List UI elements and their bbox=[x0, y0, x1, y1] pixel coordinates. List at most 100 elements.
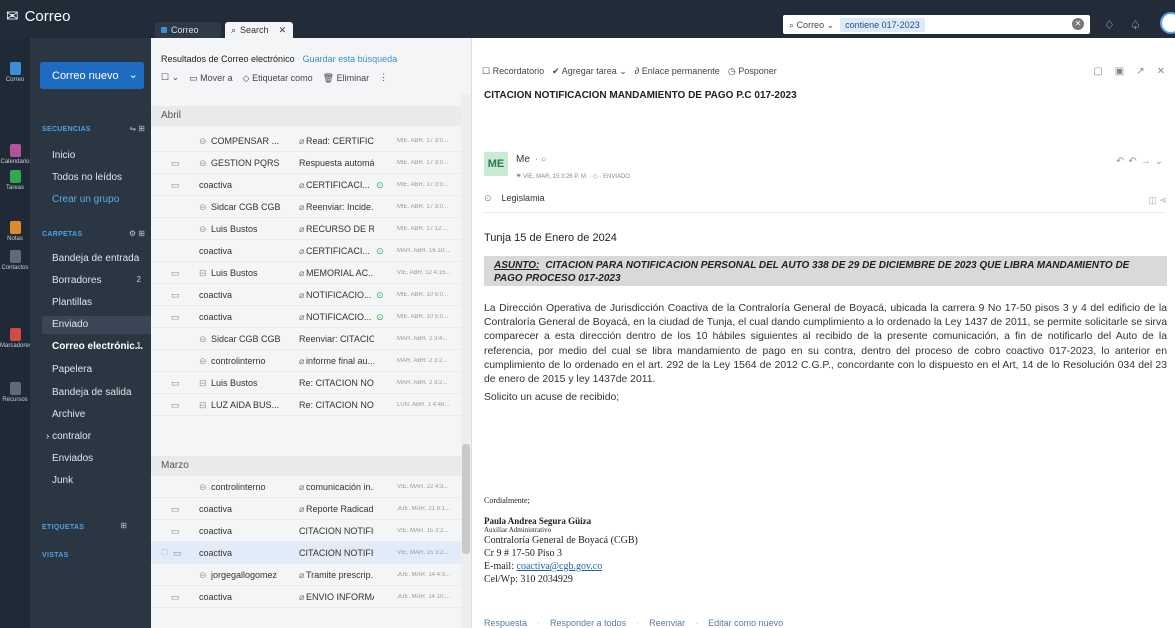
folder-junk[interactable]: Junk bbox=[52, 475, 147, 486]
table-row[interactable]: ⊖ controlinterno ⌀ comunicación in... VIE. M… bbox=[151, 476, 461, 498]
sender-avatar[interactable]: ME bbox=[484, 152, 508, 176]
rail-item-correo[interactable]: Correo bbox=[0, 62, 30, 83]
postpone-button[interactable]: ◷ Posponer bbox=[728, 66, 777, 77]
section-vistas[interactable]: VISTAS bbox=[42, 552, 69, 559]
reminder-button[interactable]: ☐ Recordatorio bbox=[482, 66, 544, 77]
label-icon[interactable]: ◫ bbox=[1148, 195, 1157, 205]
folder-correo-electronico[interactable]: Correo electrónic... 1 bbox=[52, 341, 147, 352]
folder-bandeja-de-salida[interactable]: Bandeja de salida bbox=[52, 387, 147, 398]
search-query-chip[interactable]: contiene 017-2023 bbox=[840, 17, 925, 32]
flag-icon[interactable]: ⚑ bbox=[516, 174, 521, 180]
group-header-abril[interactable]: Abril bbox=[151, 106, 461, 126]
add-task-button[interactable]: ✔ Agregar tarea ⌄ bbox=[552, 66, 627, 77]
table-row[interactable]: ⊖ controlinterno ⌀ informe final au... MAR. … bbox=[151, 350, 461, 372]
folder-archive[interactable]: Archive bbox=[52, 409, 147, 420]
sidebar-item-inicio[interactable]: Inicio bbox=[52, 150, 147, 161]
table-row[interactable]: ⊖ Luis Bustos ⌀RECURSO DE R... MIÉ. ABR. 17… bbox=[151, 218, 461, 240]
table-row[interactable]: ▭ coactiva ⌀ CERTIFICACI... ⊙ MIÉ. ABR. 17 3:… bbox=[151, 174, 461, 196]
section-carpetas[interactable]: CARPETAS bbox=[42, 231, 82, 238]
rail-item-marcadores[interactable]: Marcadores bbox=[0, 328, 32, 349]
reply-icon[interactable]: ↶ bbox=[1116, 156, 1128, 167]
close-tab-icon[interactable]: ✕ bbox=[279, 25, 287, 35]
new-mail-button[interactable]: Correo nuevo ⌄ bbox=[40, 62, 144, 89]
envelope-icon: ▭ bbox=[171, 400, 180, 410]
table-row[interactable]: ▭ coactiva CITACION NOTIFIC... VIE. MAR. 15… bbox=[151, 520, 461, 542]
rail-item-contactos[interactable]: Contactos bbox=[0, 250, 30, 271]
delete-button[interactable]: 🗑 Eliminar bbox=[323, 73, 369, 83]
chevron-right-icon[interactable]: › bbox=[46, 432, 49, 442]
folder-borradores[interactable]: Borradores 2 bbox=[52, 275, 147, 286]
folder-bandeja-de-entrada[interactable]: Bandeja de entrada bbox=[52, 253, 147, 264]
table-row[interactable]: ▭ coactiva ⌀ NOTIFICACIO... ⊙ MIÉ. ABR. 10 5:… bbox=[151, 306, 461, 328]
table-row[interactable]: ▭ coactiva ⌀ENVIO INFORMA... JUE. MAR. 14 1… bbox=[151, 586, 461, 608]
tab-correo[interactable]: Correo bbox=[155, 22, 221, 38]
row-checkbox[interactable]: ☐ bbox=[161, 548, 168, 557]
table-row[interactable]: ▭ coactiva ⌀Reporte Radicado... JUE. MAR. 2… bbox=[151, 498, 461, 520]
table-row[interactable]: ▭ ⊖ GESTION PQRS Respuesta automá... MIÉ. AB… bbox=[151, 152, 461, 174]
rail-item-recursos[interactable]: Recursos bbox=[0, 382, 30, 403]
forward-button[interactable]: Reenviar bbox=[649, 618, 685, 628]
table-row-selected[interactable]: ☐ ▭ coactiva CITACION NOTIFIC... VIE. MAR. 1… bbox=[151, 542, 461, 564]
pin-icon[interactable]: ▣ bbox=[1115, 66, 1124, 77]
edit-as-new-button[interactable]: Editar como nuevo bbox=[708, 618, 783, 628]
table-row[interactable]: ▭ ⊟ Luis Bustos ⌀ MEMORIAL AC... VIE. ABR. 12… bbox=[151, 262, 461, 284]
search-input[interactable]: ⌕ Correo ⌄ contiene 017-2023 ✕ bbox=[783, 15, 1090, 34]
save-search-link[interactable]: Guardar esta búsqueda bbox=[303, 54, 398, 64]
permalink-button[interactable]: ∂ Enlace permanente bbox=[635, 66, 720, 77]
bell-icon[interactable]: ♤ bbox=[1130, 18, 1141, 32]
forward-icon[interactable]: → bbox=[1141, 156, 1155, 167]
table-row[interactable]: coactiva ⌀ CERTIFICACI... ⊙ MAR. ABR. 16 10:… bbox=[151, 240, 461, 262]
message-tag[interactable]: Legislamia bbox=[502, 193, 545, 203]
more-options-icon[interactable]: ⋮ bbox=[379, 72, 388, 83]
select-all-checkbox[interactable]: ☐ ⌄ bbox=[161, 72, 179, 83]
section-etiquetas[interactable]: ETIQUETAS bbox=[42, 524, 84, 531]
envelope-icon: ▭ bbox=[171, 268, 180, 278]
chevron-down-icon[interactable]: ⌄ bbox=[129, 70, 138, 81]
reply-all-button[interactable]: Responder a todos bbox=[550, 618, 626, 628]
reply-all-icon[interactable]: ↶ bbox=[1128, 156, 1140, 167]
add-sequence-icon[interactable]: ⇋ ⊞ bbox=[129, 124, 145, 133]
list-scrollbar[interactable] bbox=[461, 94, 471, 628]
share-icon[interactable]: ⋖ bbox=[1159, 195, 1167, 205]
search-scope[interactable]: ⌕ Correo ⌄ bbox=[783, 20, 840, 30]
avatar[interactable] bbox=[1160, 12, 1175, 34]
search-icon[interactable]: · ⌕ bbox=[535, 154, 547, 165]
table-row[interactable]: ⊖ Sidcar CGB CGB ⌀ Reenviar: Incide... MIÉ. … bbox=[151, 196, 461, 218]
folder-papelera[interactable]: Papelera bbox=[52, 364, 147, 375]
rail-item-tareas[interactable]: Tareas bbox=[0, 170, 30, 191]
tag-button[interactable]: ◇ Etiquetar como bbox=[243, 73, 313, 83]
folder-enviado[interactable]: Enviado bbox=[42, 316, 151, 334]
table-row[interactable]: ⊖ COMPENSAR ... ⌀ Read: CERTIFIC... MIÉ. ABR… bbox=[151, 130, 461, 152]
create-group-link[interactable]: Crear un grupo bbox=[52, 194, 147, 205]
popout-icon[interactable]: ↗ bbox=[1136, 66, 1144, 77]
folder-plantillas[interactable]: Plantillas bbox=[52, 297, 147, 308]
email-link[interactable]: coactiva@cgb.gov.co bbox=[517, 561, 603, 572]
close-icon[interactable]: ✕ bbox=[1157, 66, 1165, 77]
table-row[interactable]: ⊖ Sidcar CGB CGB Reenviar: CITACIO... MAR. … bbox=[151, 328, 461, 350]
sidebar-item-todos-no-leidos[interactable]: Todos no leídos bbox=[52, 172, 147, 183]
sender-name[interactable]: Me bbox=[516, 154, 530, 165]
table-row[interactable]: ▭ coactiva ⌀ NOTIFICACIO... ⊙ MIÉ. ABR. 10 5:… bbox=[151, 284, 461, 306]
notifications-icon[interactable]: ♢ bbox=[1104, 18, 1115, 32]
tab-search[interactable]: ⌕ Search ✕ bbox=[225, 22, 293, 38]
info-icon[interactable]: ⊙ bbox=[484, 193, 492, 203]
rail-item-calendario[interactable]: Calendario bbox=[0, 144, 30, 165]
reply-button[interactable]: Respuesta bbox=[484, 618, 527, 628]
rail-item-notas[interactable]: Notas bbox=[0, 221, 30, 242]
table-row[interactable]: ⊖ jorgegallogomez ⌀ Tramite prescrip... JUE.… bbox=[151, 564, 461, 586]
table-row[interactable]: ▭ ⊟ LUZ AIDA BUS... Re: CITACION NO... LUN. … bbox=[151, 394, 461, 416]
print-icon[interactable]: ▢ bbox=[1093, 66, 1102, 77]
add-folder-icon[interactable]: ⚙ ⊞ bbox=[129, 229, 145, 238]
clear-search-icon[interactable]: ✕ bbox=[1072, 18, 1084, 30]
move-button[interactable]: ▭ Mover a bbox=[189, 73, 233, 83]
table-row[interactable]: ▭ ⊟ Luis Bustos Re: CITACION NO... MAR. ABR.… bbox=[151, 372, 461, 394]
scrollbar-thumb[interactable] bbox=[462, 444, 470, 554]
folder-enviados[interactable]: Enviados bbox=[52, 453, 147, 464]
folder-contralor[interactable]: › contralor bbox=[46, 431, 141, 442]
add-tag-icon[interactable]: ⊞ bbox=[120, 521, 127, 530]
app-brand[interactable]: ✉ Correo bbox=[6, 8, 70, 25]
group-header-marzo[interactable]: Marzo bbox=[151, 456, 461, 476]
status-icon: ⊖ bbox=[199, 224, 207, 234]
chevron-down-icon[interactable]: ⌄ bbox=[1155, 156, 1167, 167]
section-secuencias[interactable]: SECUENCIAS bbox=[42, 126, 91, 133]
